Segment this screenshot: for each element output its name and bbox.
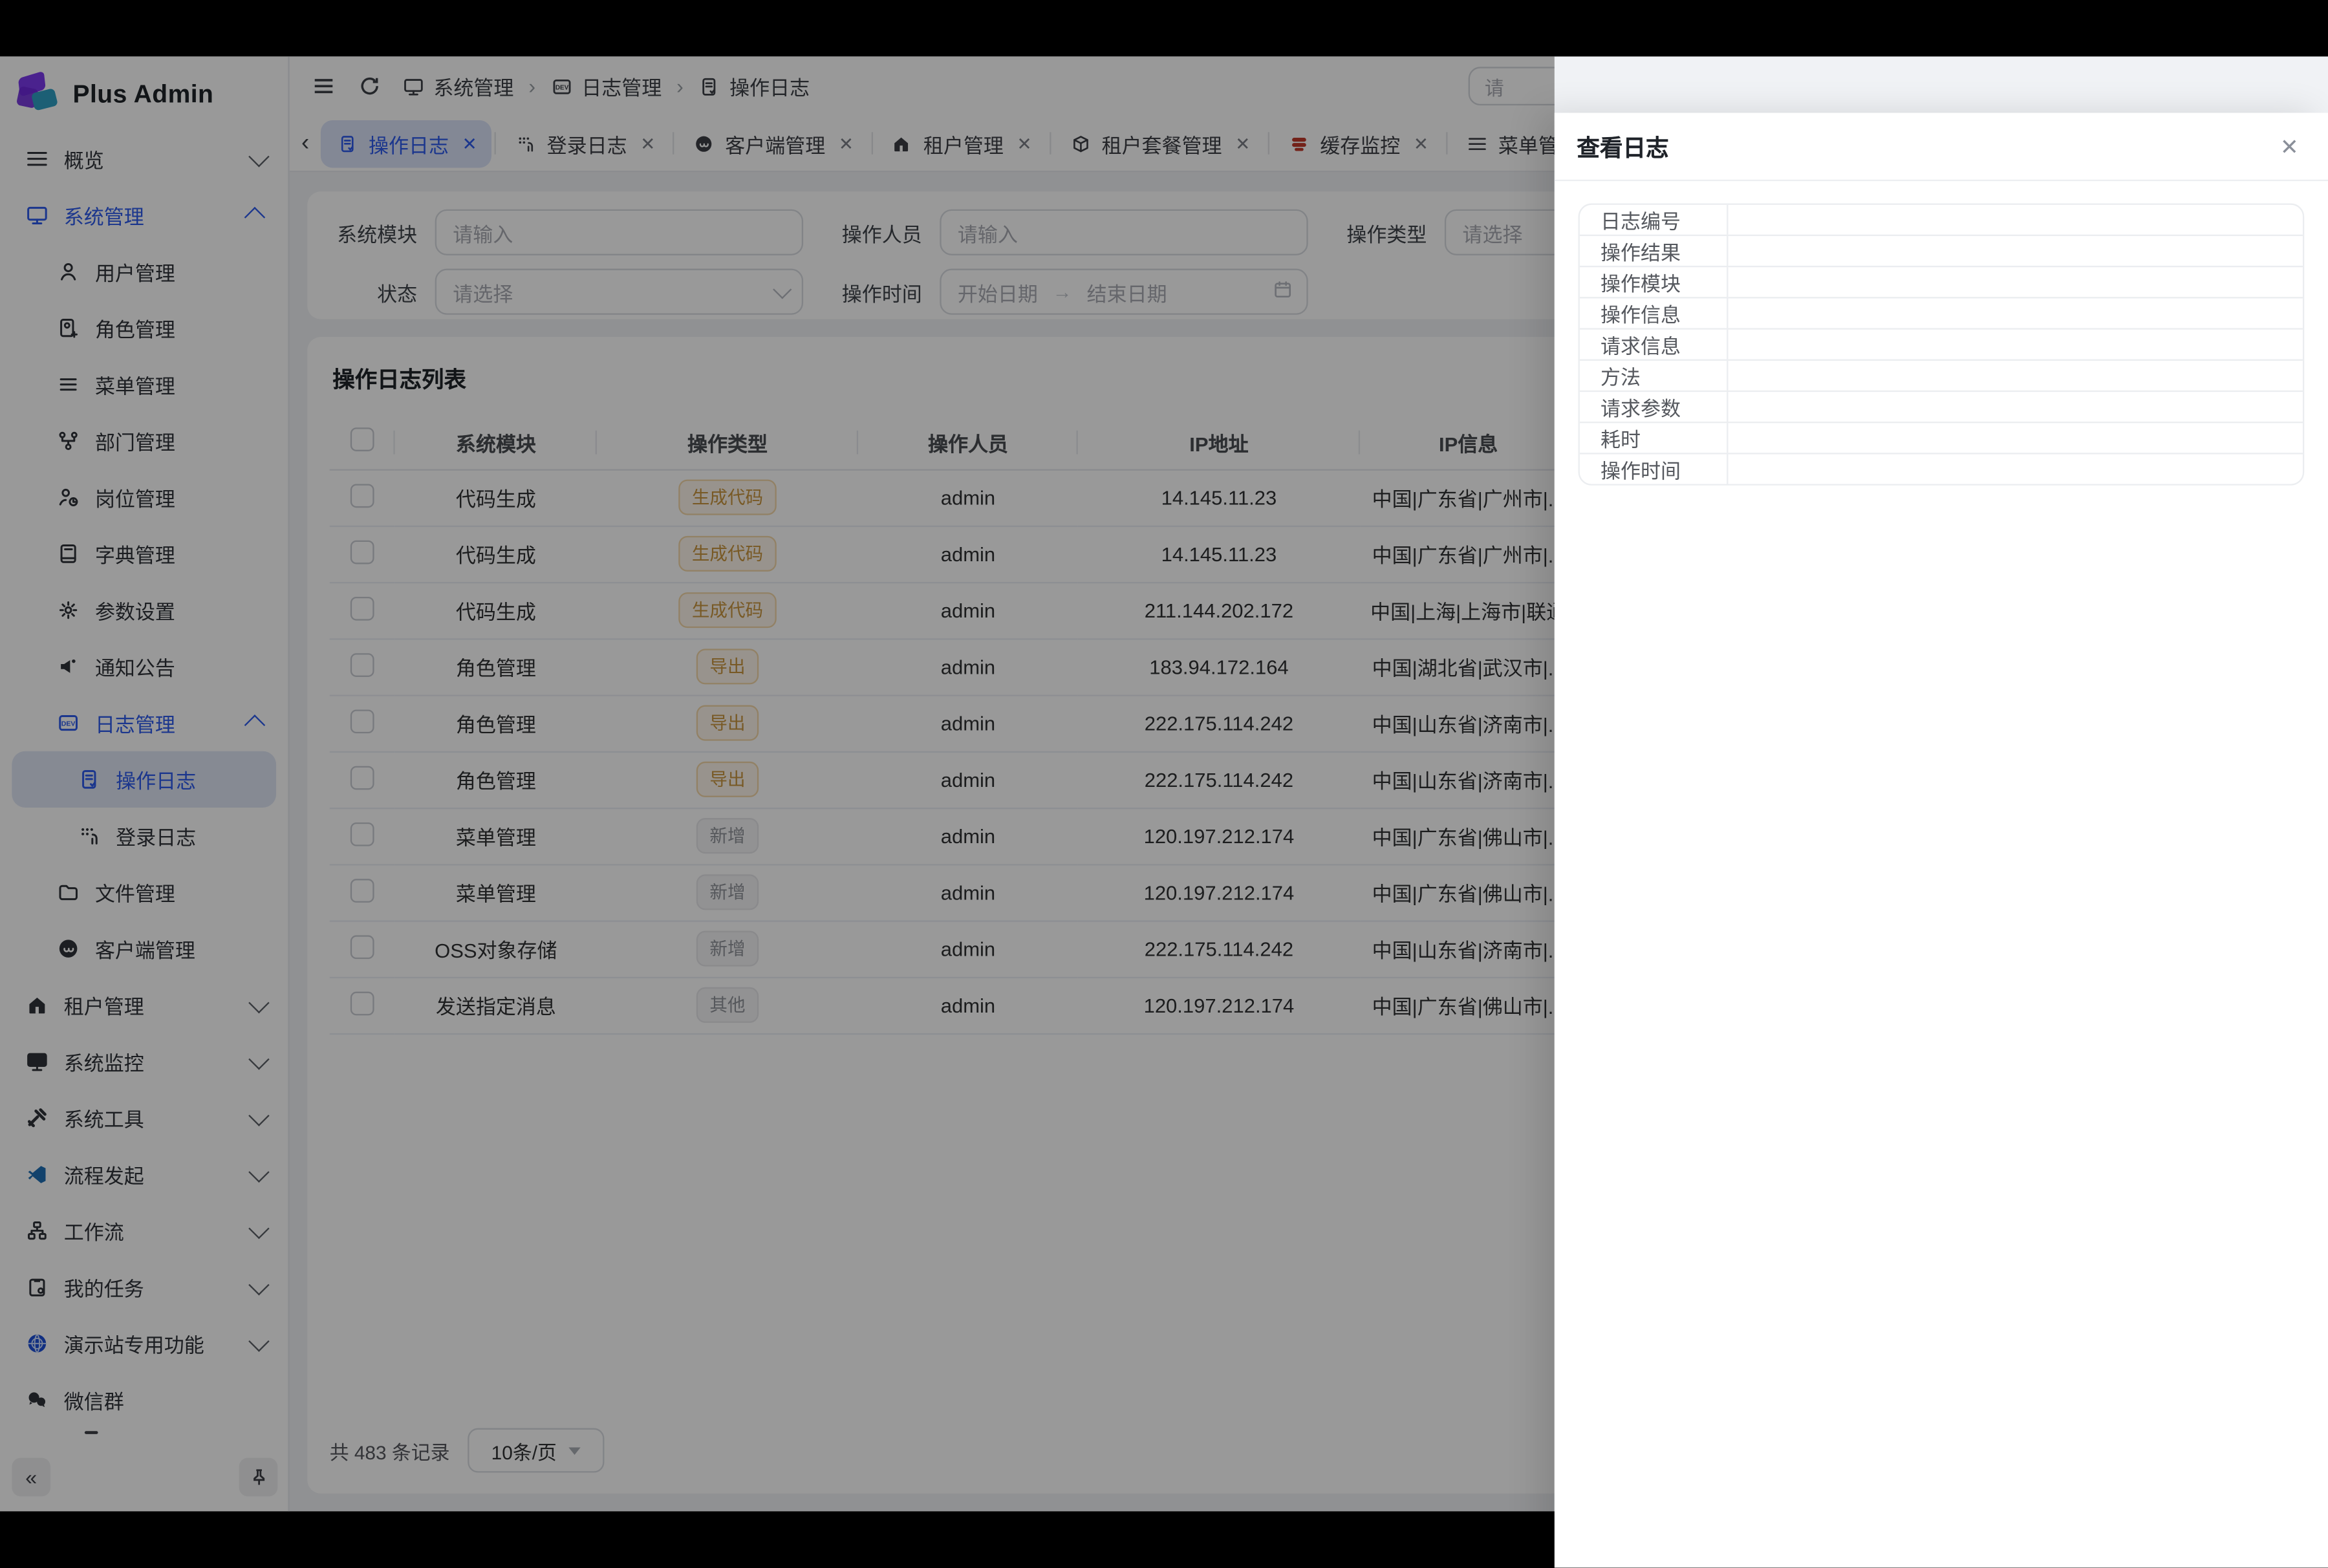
view-log-drawer: 查看日志 ✕ 日志编号操作结果操作模块操作信息请求信息方法请求参数耗时操作时间	[1555, 113, 2328, 1567]
detail-label: 操作信息	[1580, 298, 1729, 328]
drawer-title: 查看日志	[1577, 130, 1668, 163]
detail-row-日志编号: 日志编号	[1580, 205, 2303, 236]
detail-row-方法: 方法	[1580, 361, 2303, 392]
detail-label: 方法	[1580, 361, 1729, 391]
detail-label: 操作时间	[1580, 455, 1729, 484]
detail-row-耗时: 耗时	[1580, 423, 2303, 454]
detail-row-请求参数: 请求参数	[1580, 392, 2303, 423]
modal-mask[interactable]	[0, 56, 1555, 1567]
close-icon[interactable]: ✕	[2274, 133, 2304, 159]
drawer-header: 查看日志 ✕	[1555, 113, 2328, 181]
detail-label: 耗时	[1580, 423, 1729, 453]
detail-label: 请求信息	[1580, 330, 1729, 360]
drawer-body: 日志编号操作结果操作模块操作信息请求信息方法请求参数耗时操作时间	[1555, 181, 2328, 508]
detail-row-操作模块: 操作模块	[1580, 267, 2303, 298]
detail-label: 请求参数	[1580, 392, 1729, 422]
detail-label: 日志编号	[1580, 205, 1729, 235]
screen: Plus Admin 概览系统管理用户管理角色管理菜单管理部门管理岗位管理字典管…	[0, 0, 2328, 1511]
detail-label: 操作结果	[1580, 236, 1729, 266]
log-detail-table: 日志编号操作结果操作模块操作信息请求信息方法请求参数耗时操作时间	[1579, 204, 2305, 486]
detail-row-操作结果: 操作结果	[1580, 236, 2303, 267]
detail-row-操作信息: 操作信息	[1580, 298, 2303, 329]
detail-label: 操作模块	[1580, 267, 1729, 297]
app-window: Plus Admin 概览系统管理用户管理角色管理菜单管理部门管理岗位管理字典管…	[0, 56, 2328, 1511]
detail-row-操作时间: 操作时间	[1580, 455, 2303, 484]
top-black-strip	[0, 0, 2328, 56]
detail-row-请求信息: 请求信息	[1580, 330, 2303, 361]
